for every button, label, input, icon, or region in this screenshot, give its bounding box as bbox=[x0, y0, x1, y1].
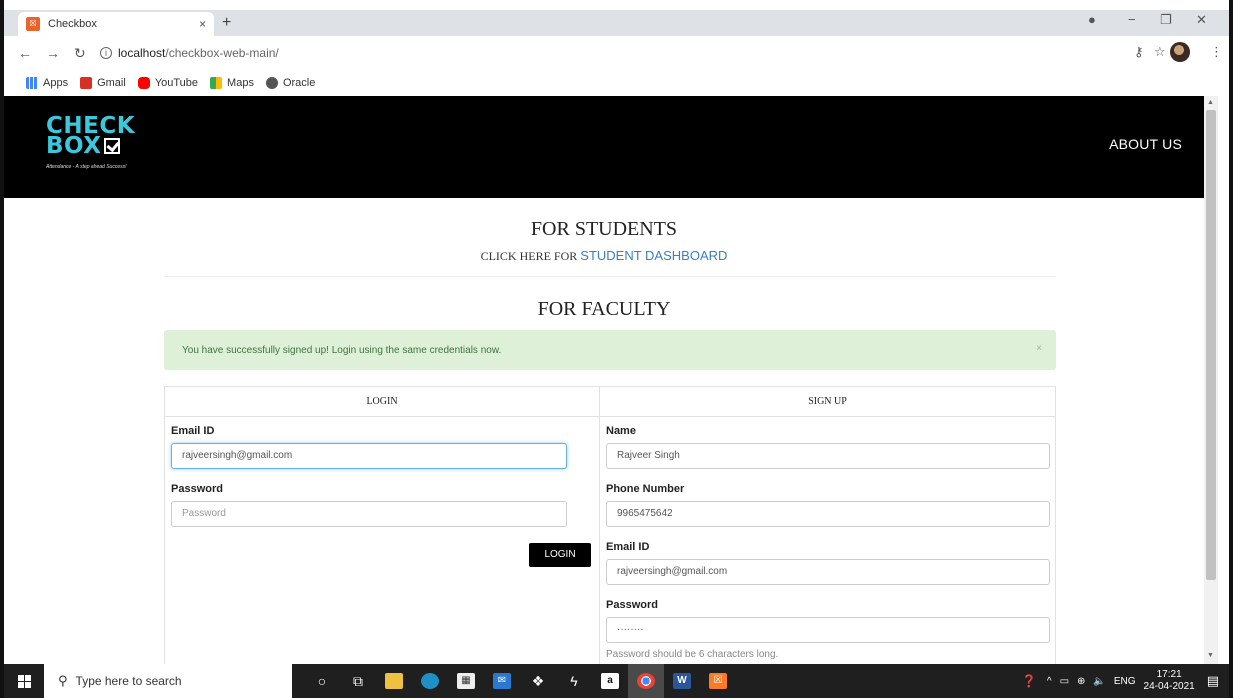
students-title: FOR STUDENTS bbox=[530, 218, 678, 240]
network-icon[interactable]: ⊕ bbox=[1077, 676, 1085, 687]
login-panel: LOGIN Email ID rajveersingh@gmail.com Pa… bbox=[164, 386, 600, 664]
divider bbox=[164, 276, 1056, 277]
new-tab-button[interactable]: + bbox=[222, 14, 231, 32]
search-icon: ⚲ bbox=[58, 673, 68, 688]
signup-email-label: Email ID bbox=[606, 541, 650, 553]
taskbar-apps: ○ ⧉ ▦ ✉ ❖ ϟ a W ☒ bbox=[304, 664, 736, 698]
signup-heading: SIGN UP bbox=[600, 387, 1055, 417]
forward-arrow-icon[interactable]: → bbox=[46, 45, 60, 61]
signup-name-label: Name bbox=[606, 425, 636, 437]
login-password-label: Password bbox=[171, 483, 223, 495]
battery-icon[interactable]: ▭ bbox=[1060, 676, 1069, 687]
login-heading: LOGIN bbox=[165, 387, 599, 417]
signup-name-input[interactable]: Rajveer Singh bbox=[606, 443, 1050, 469]
globe-icon bbox=[265, 77, 278, 89]
address-bar[interactable]: i localhost/checkbox-web-main/ bbox=[100, 40, 1100, 66]
store-icon[interactable]: ▦ bbox=[448, 664, 484, 698]
reload-icon[interactable]: ↻ bbox=[74, 45, 86, 62]
key-icon[interactable]: ⚷ bbox=[1134, 44, 1144, 60]
close-tab-icon[interactable]: × bbox=[199, 17, 206, 31]
login-button[interactable]: LOGIN bbox=[529, 543, 591, 567]
student-dashboard-link[interactable]: STUDENT DASHBOARD bbox=[580, 248, 727, 263]
apps-grid-icon bbox=[26, 77, 38, 89]
info-icon[interactable]: i bbox=[100, 47, 112, 59]
password-help-text: Password should be 6 characters long. bbox=[606, 649, 779, 660]
scroll-up-icon[interactable]: ▲ bbox=[1207, 99, 1214, 106]
logo-tagline: Attendance - A step ahead Success! bbox=[46, 164, 127, 170]
amazon-icon[interactable]: a bbox=[592, 664, 628, 698]
chrome-profile-icon[interactable]: ● bbox=[1088, 12, 1096, 27]
page-viewport: CHECK BOX Attendance - A step ahead Succ… bbox=[4, 96, 1204, 664]
browser-toolbar: ← → ↻ i localhost/checkbox-web-main/ ⚷ ☆… bbox=[4, 36, 1229, 70]
scroll-down-icon[interactable]: ▼ bbox=[1207, 652, 1214, 659]
url-path: /checkbox-web-main/ bbox=[165, 46, 279, 60]
mail-icon[interactable]: ✉ bbox=[484, 664, 520, 698]
youtube-icon bbox=[137, 77, 150, 89]
login-email-label: Email ID bbox=[171, 425, 215, 437]
login-email-input[interactable]: rajveersingh@gmail.com bbox=[171, 443, 567, 469]
star-icon[interactable]: ☆ bbox=[1154, 44, 1166, 60]
bookmark-oracle[interactable]: Oracle bbox=[265, 77, 315, 89]
menu-dots-icon[interactable]: ⋮ bbox=[1210, 44, 1223, 60]
minimize-icon[interactable]: − bbox=[1128, 12, 1136, 27]
winamp-icon[interactable]: ϟ bbox=[556, 664, 592, 698]
windows-logo-icon bbox=[17, 674, 31, 688]
notification-icon[interactable]: ▤ bbox=[1207, 673, 1219, 689]
bookmark-apps[interactable]: Apps bbox=[26, 77, 68, 89]
help-icon[interactable]: ❓ bbox=[1022, 674, 1037, 688]
bookmark-youtube[interactable]: YouTube bbox=[137, 77, 198, 89]
faculty-title: FOR FACULTY bbox=[537, 298, 671, 320]
signup-email-input[interactable]: rajveersingh@gmail.com bbox=[606, 559, 1050, 585]
chevron-up-icon[interactable]: ^ bbox=[1047, 676, 1052, 687]
signup-phone-label: Phone Number bbox=[606, 483, 685, 495]
checkmark-box-icon bbox=[103, 138, 120, 154]
signup-panel: SIGN UP Name Rajveer Singh Phone Number … bbox=[600, 386, 1056, 664]
maps-icon bbox=[210, 77, 223, 89]
alert-message: You have successfully signed up! Login u… bbox=[182, 345, 502, 356]
back-arrow-icon[interactable]: ← bbox=[18, 45, 32, 61]
file-explorer-icon[interactable] bbox=[376, 664, 412, 698]
restore-icon[interactable]: ❐ bbox=[1160, 12, 1172, 28]
task-view-icon[interactable]: ⧉ bbox=[340, 664, 376, 698]
scroll-thumb[interactable] bbox=[1206, 110, 1216, 580]
user-avatar[interactable] bbox=[1170, 42, 1190, 62]
signup-password-label: Password bbox=[606, 599, 658, 611]
clock[interactable]: 17:21 24-04-2021 bbox=[1144, 669, 1195, 693]
checkbox-favicon-icon: ☒ bbox=[26, 17, 40, 31]
close-window-icon[interactable]: ✕ bbox=[1196, 12, 1207, 28]
dropbox-icon[interactable]: ❖ bbox=[520, 664, 556, 698]
site-header: CHECK BOX Attendance - A step ahead Succ… bbox=[4, 96, 1204, 198]
alert-close-icon[interactable]: × bbox=[1036, 343, 1042, 354]
bookmark-gmail[interactable]: Gmail bbox=[80, 77, 126, 89]
xampp-icon[interactable]: ☒ bbox=[700, 664, 736, 698]
browser-tab[interactable]: ☒ Checkbox × bbox=[18, 12, 214, 36]
about-us-link[interactable]: ABOUT US bbox=[1109, 136, 1182, 152]
chrome-icon[interactable] bbox=[628, 664, 664, 698]
gmail-icon bbox=[80, 77, 93, 89]
bookmarks-bar: Apps Gmail YouTube Maps Oracle bbox=[4, 70, 1229, 96]
word-icon[interactable]: W bbox=[664, 664, 700, 698]
success-alert: You have successfully signed up! Login u… bbox=[164, 330, 1056, 370]
login-password-input[interactable]: Password bbox=[171, 501, 567, 527]
page-scrollbar[interactable]: ▲ ▼ bbox=[1204, 96, 1218, 664]
taskbar-search[interactable]: ⚲ Type here to search bbox=[44, 664, 292, 698]
url-host: localhost bbox=[118, 46, 166, 60]
signup-phone-input[interactable]: 9965475642 bbox=[606, 501, 1050, 527]
edge-icon[interactable] bbox=[412, 664, 448, 698]
start-button[interactable] bbox=[4, 664, 44, 698]
cortana-icon[interactable]: ○ bbox=[304, 664, 340, 698]
checkbox-logo[interactable]: CHECK BOX bbox=[46, 115, 135, 158]
volume-icon[interactable]: 🔈 bbox=[1093, 676, 1105, 687]
students-link-line: CLICK HERE FOR STUDENT DASHBOARD bbox=[480, 248, 728, 263]
language-indicator[interactable]: ENG bbox=[1114, 676, 1136, 687]
bookmark-maps[interactable]: Maps bbox=[210, 77, 254, 89]
signup-password-input[interactable]: ········ bbox=[606, 617, 1050, 643]
windows-taskbar: ⚲ Type here to search ○ ⧉ ▦ ✉ ❖ ϟ a W ☒ … bbox=[4, 664, 1229, 698]
tab-title: Checkbox bbox=[48, 18, 97, 30]
system-tray: ❓ ^ ▭ ⊕ 🔈 ENG 17:21 24-04-2021 ▤ bbox=[1022, 664, 1229, 698]
